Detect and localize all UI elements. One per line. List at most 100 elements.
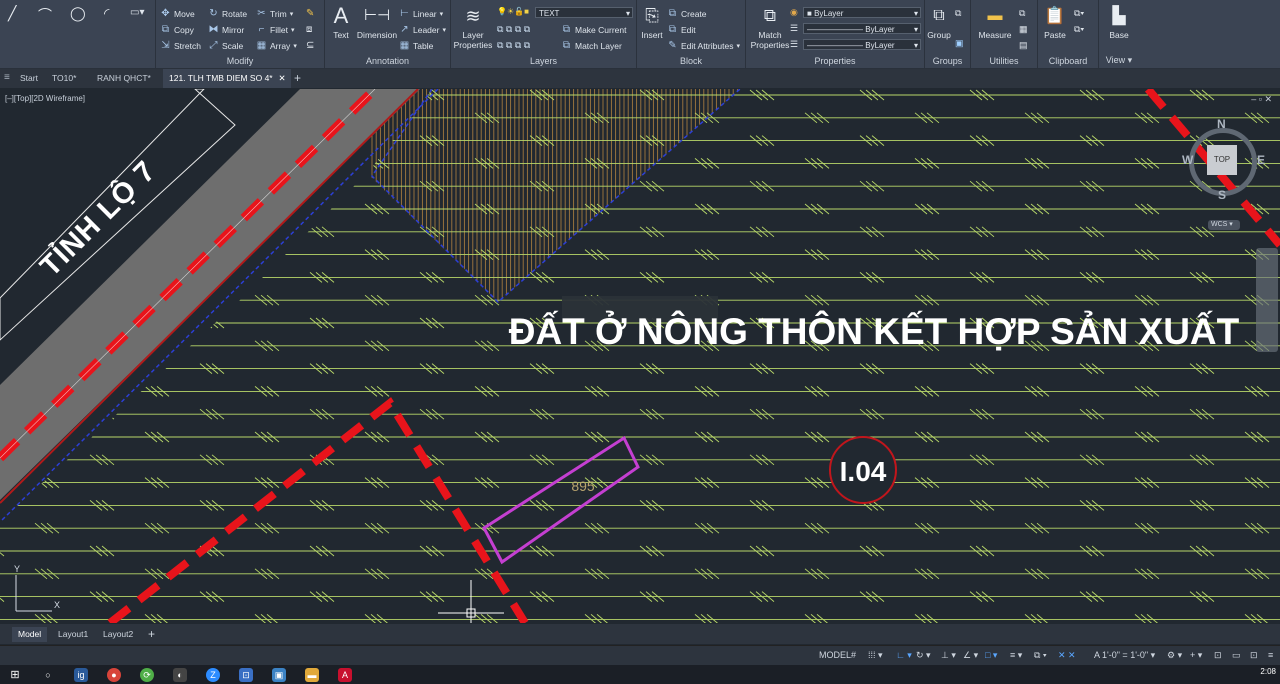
drawing-canvas[interactable]: TỈNH LỘ 7 895 ĐẤT Ở NÔNG THÔN KẾT HỢP SẢ… — [0, 89, 1280, 623]
properties-group-title[interactable]: Properties — [746, 56, 924, 66]
annotation-group-title[interactable]: Annotation — [325, 56, 450, 66]
lineweight-dropdown[interactable]: ——————— ByLayer ▾ — [803, 39, 921, 50]
chrome-icon[interactable]: ● — [107, 668, 121, 682]
insert-button[interactable]: ⎘ Insert — [639, 4, 665, 40]
color-dropdown[interactable]: ■ ByLayer ▾ — [803, 7, 921, 18]
modify-group-title[interactable]: Modify — [156, 56, 324, 66]
app-icon-2[interactable]: ⟳ — [140, 668, 154, 682]
group-button[interactable]: ⧉ Group — [925, 4, 953, 40]
search-icon[interactable]: ○ — [41, 668, 55, 682]
tab-ranh-qhct[interactable]: RANH QHCT* — [91, 69, 157, 88]
group-select-icon[interactable]: ▣ — [955, 38, 964, 49]
select-all-icon[interactable]: ▦ — [1019, 24, 1028, 35]
array-button[interactable]: ▦ Array ▾ — [256, 40, 297, 51]
match-layer-button[interactable]: ⧉ Match Layer — [561, 40, 622, 51]
viewcube-top-face[interactable]: TOP — [1207, 145, 1237, 175]
navigation-bar[interactable] — [1256, 248, 1278, 352]
viewcube[interactable]: TOP N S E W — [1182, 117, 1267, 204]
move-button[interactable]: ✥ Move — [160, 8, 195, 19]
stretch-button[interactable]: ⇲ Stretch — [160, 40, 201, 51]
snap-icon[interactable]: ⁞⁞⁞ ▾ — [868, 649, 883, 662]
layer-tools-row1[interactable]: ⧉ ⧉ ⧉ ⧉ — [497, 24, 530, 35]
tab-to10[interactable]: TO10* — [46, 69, 82, 88]
layer-dropdown[interactable]: TEXT ▾ — [535, 7, 633, 18]
layer-state-icons[interactable]: 💡☀🔓■ — [497, 7, 529, 16]
paste-button[interactable]: 📋 Paste — [1040, 4, 1070, 40]
app-icon-4[interactable]: ⊡ — [239, 668, 253, 682]
file-explorer-icon[interactable]: ▬ — [305, 668, 319, 682]
trim-button[interactable]: ✂ Trim ▾ — [256, 8, 293, 19]
add-layout-button[interactable]: + — [142, 627, 161, 642]
tab-active-drawing[interactable]: 121. TLH TMB DIEM SO 4* ✕ — [163, 69, 291, 88]
annotation-scale-dropdown[interactable]: A 1'-0" = 1'-0" ▾ — [1094, 649, 1155, 662]
zone-code[interactable]: I.04 — [840, 456, 887, 487]
compass-north[interactable]: N — [1217, 117, 1226, 131]
copy-clip-icon[interactable]: ⧉▾ — [1074, 24, 1084, 35]
calculator-icon[interactable]: ▤ — [1019, 40, 1028, 51]
isolate-objects-icon[interactable]: ⊡ — [1214, 649, 1222, 662]
clipboard-group-title[interactable]: Clipboard — [1038, 56, 1098, 66]
match-properties-button[interactable]: ⧉ Match Properties — [750, 4, 790, 50]
leader-button[interactable]: ↗ Leader ▾ — [399, 24, 446, 35]
app-icon-5[interactable]: ▣ — [272, 668, 286, 682]
polar-icon[interactable]: ↻ ▾ — [916, 649, 931, 662]
layer-tools-row2[interactable]: ⧉ ⧉ ⧉ ⧉ — [497, 40, 530, 51]
quick-select-icon[interactable]: ⧉ — [1019, 8, 1025, 19]
utilities-group-title[interactable]: Utilities — [971, 56, 1037, 66]
clock[interactable]: 2:08 — [1260, 667, 1276, 676]
tab-layout1[interactable]: Layout1 — [52, 627, 94, 642]
offset-icon[interactable]: ⊆ — [306, 40, 314, 51]
edit-attributes-button[interactable]: ✎ Edit Attributes ▾ — [667, 40, 740, 51]
app-icon-3[interactable]: ◐ — [173, 668, 187, 682]
erase-icon[interactable]: ✎ — [306, 8, 314, 19]
lineweight-toggle-icon[interactable]: ≡ ▾ — [1010, 649, 1022, 662]
compass-west[interactable]: W — [1182, 153, 1193, 167]
annotation-visibility-icon[interactable]: ✕ ✕ — [1058, 649, 1076, 662]
windows-start-icon[interactable]: ⊞ — [8, 668, 22, 682]
groups-group-title[interactable]: Groups — [925, 56, 970, 66]
new-tab-button[interactable]: + — [288, 69, 307, 88]
autocad-icon[interactable]: A — [338, 668, 352, 682]
osnap-icon[interactable]: ⊥ ▾ — [941, 649, 956, 662]
polyline-icon[interactable]: ⌒ — [38, 5, 52, 25]
clean-screen-icon[interactable]: ⊡ — [1250, 649, 1258, 662]
close-icon[interactable]: ✕ — [279, 69, 286, 88]
compass-south[interactable]: S — [1218, 188, 1226, 202]
dynamic-input-icon[interactable]: □ ▾ — [985, 649, 997, 662]
drawing-svg[interactable]: TỈNH LỘ 7 895 ĐẤT Ở NÔNG THÔN KẾT HỢP SẢ… — [0, 89, 1280, 623]
otrack-icon[interactable]: ∠ ▾ — [963, 649, 978, 662]
model-space-button[interactable]: MODEL — [819, 649, 851, 662]
measure-button[interactable]: ▬ Measure — [975, 4, 1015, 40]
grid-icon[interactable]: # — [851, 649, 856, 662]
rotate-button[interactable]: ↻ Rotate — [208, 8, 247, 19]
linear-button[interactable]: ⊢ Linear ▾ — [399, 8, 443, 19]
customization-icon[interactable]: ≡ — [1268, 649, 1273, 662]
lot-number[interactable]: 895 — [571, 478, 595, 494]
arc-icon[interactable]: ◜ — [104, 5, 109, 22]
make-current-button[interactable]: ⧉ Make Current — [561, 24, 627, 35]
app-icon-1[interactable]: ig — [74, 668, 88, 682]
layers-group-title[interactable]: Layers — [451, 56, 636, 66]
draw-dropdown-icon[interactable]: ▭▾ — [130, 7, 144, 18]
land-use-label[interactable]: ĐẤT Ở NÔNG THÔN KẾT HỢP SẢN XUẤT — [509, 310, 1240, 352]
ortho-icon[interactable]: ∟ ▾ — [896, 649, 912, 662]
compass-east[interactable]: E — [1257, 153, 1265, 167]
wcs-menu[interactable]: WCS ▾ — [1208, 220, 1240, 230]
lot-outline[interactable] — [482, 435, 640, 565]
tab-model[interactable]: Model — [12, 627, 48, 642]
circle-icon[interactable]: ◯ — [70, 5, 86, 22]
transparency-icon[interactable]: ⧉ ▾ — [1034, 649, 1047, 662]
text-button[interactable]: A Text — [327, 4, 355, 41]
viewport-label[interactable]: [–][Top][2D Wireframe] — [5, 94, 85, 103]
copy-button[interactable]: ⧉ Copy — [160, 24, 194, 35]
hardware-accel-icon[interactable]: ▭ — [1232, 649, 1241, 662]
annotation-monitor-icon[interactable]: + ▾ — [1190, 649, 1202, 662]
linetype-dropdown[interactable]: ——————— ByLayer ▾ — [803, 23, 921, 34]
workspace-gear-icon[interactable]: ⚙ ▾ — [1167, 649, 1182, 662]
block-group-title[interactable]: Block — [637, 56, 745, 66]
base-button[interactable]: ▙ Base — [1101, 4, 1137, 40]
zoom-icon[interactable]: Z — [206, 668, 220, 682]
group-tools-icon[interactable]: ⧉ — [955, 8, 961, 19]
view-group-title[interactable]: View ▾ — [1099, 55, 1139, 66]
cut-icon[interactable]: ⧉▾ — [1074, 8, 1084, 19]
